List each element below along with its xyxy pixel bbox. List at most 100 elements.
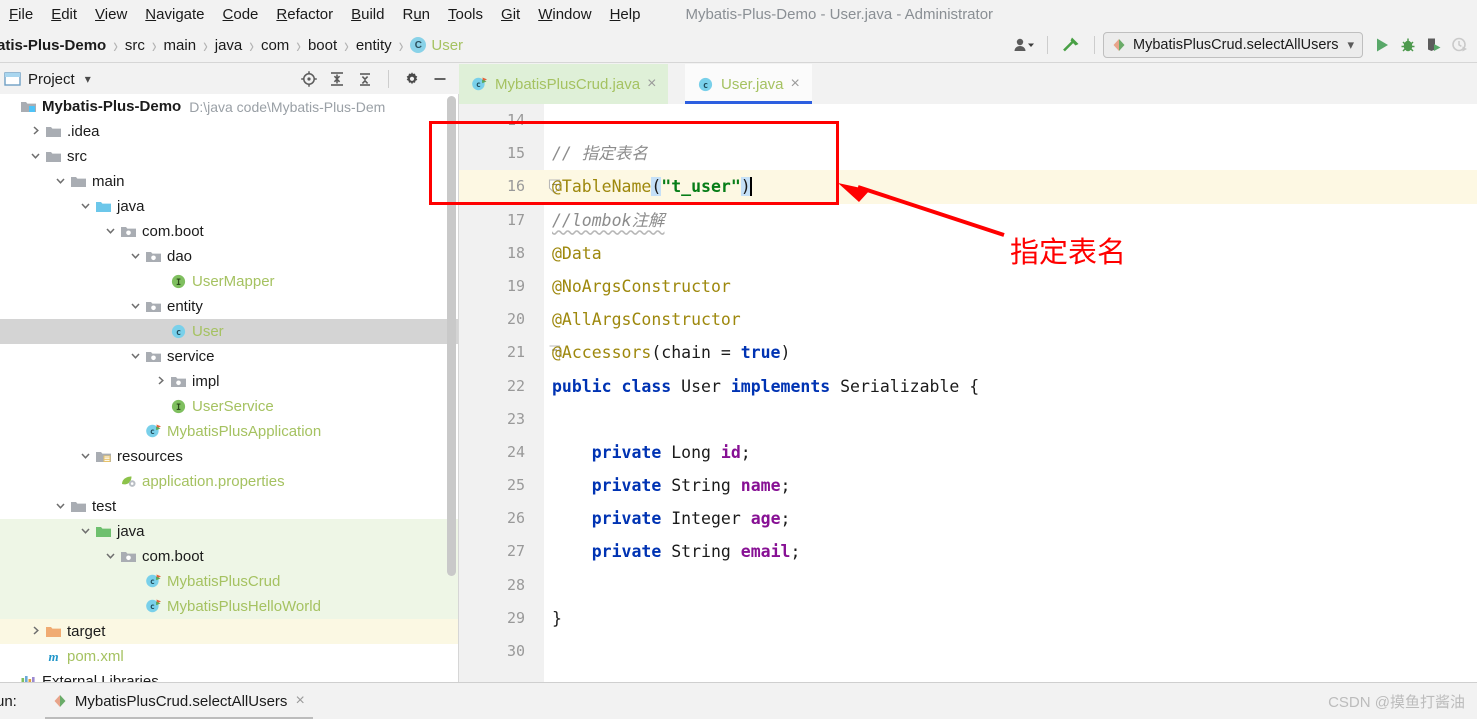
tree-node-com-boot[interactable]: com.boot: [0, 544, 458, 569]
chevron-down-icon[interactable]: [79, 200, 92, 213]
code-line[interactable]: 18 @Data: [459, 237, 1477, 270]
tree-node-external-libraries[interactable]: External Libraries: [0, 669, 458, 682]
expand-all-icon[interactable]: [324, 66, 350, 92]
menu-tools[interactable]: Tools: [439, 6, 492, 23]
debug-bug-icon[interactable]: [1395, 32, 1421, 58]
chevron-down-icon[interactable]: [54, 175, 67, 188]
chevron-down-icon[interactable]: ▾: [1347, 37, 1354, 53]
tree-node-main[interactable]: main: [0, 169, 458, 194]
code-line[interactable]: 29}: [459, 602, 1477, 635]
code-line[interactable]: 27 private String email;: [459, 535, 1477, 568]
close-icon[interactable]: ×: [295, 692, 304, 710]
code-line[interactable]: 22 public class User implements Serializa…: [459, 370, 1477, 403]
code-editor[interactable]: 14 15 // 指定表名 16 @TableName("t_user") 17 //lom…: [459, 104, 1477, 682]
code-line[interactable]: 19 @NoArgsConstructor: [459, 270, 1477, 303]
tree-node-src[interactable]: src: [0, 144, 458, 169]
user-avatar-icon[interactable]: [1009, 32, 1039, 58]
run-with-coverage-icon[interactable]: [1421, 32, 1447, 58]
breadcrumb-item-com[interactable]: com: [261, 37, 289, 54]
chevron-right-icon[interactable]: [29, 125, 42, 138]
code-line[interactable]: 15 // 指定表名: [459, 137, 1477, 170]
project-tree[interactable]: Mybatis-Plus-Demo D:\java code\Mybatis-Pl…: [0, 94, 459, 682]
chevron-down-icon[interactable]: [129, 350, 142, 363]
tree-node-mybatispluscrud[interactable]: c MybatisPlusCrud: [0, 569, 458, 594]
project-panel-chevron-icon[interactable]: ▾: [85, 72, 91, 86]
code-text: //lombok注解: [552, 210, 665, 230]
collapse-all-icon[interactable]: [352, 66, 378, 92]
close-icon[interactable]: ×: [647, 75, 656, 93]
breadcrumb-item-src[interactable]: src: [125, 37, 145, 54]
code-line[interactable]: 23: [459, 403, 1477, 436]
tree-node-pom-xml[interactable]: m pom.xml: [0, 644, 458, 669]
chevron-right-icon[interactable]: [154, 375, 167, 388]
tree-node-java[interactable]: java: [0, 519, 458, 544]
breadcrumb-item-user[interactable]: C User: [410, 37, 463, 54]
chevron-right-icon[interactable]: [29, 625, 42, 638]
chevron-down-icon[interactable]: [129, 300, 142, 313]
tree-node-resources[interactable]: resources: [0, 444, 458, 469]
menu-help[interactable]: Help: [601, 6, 650, 23]
tree-node-impl[interactable]: impl: [0, 369, 458, 394]
chevron-down-icon[interactable]: [104, 550, 117, 563]
close-icon[interactable]: ×: [791, 75, 800, 93]
chevron-down-icon[interactable]: [129, 250, 142, 263]
menu-bar: File Edit View Navigate Code Refactor Build Run…: [0, 0, 1477, 28]
tree-node-com-boot[interactable]: com.boot: [0, 219, 458, 244]
chevron-down-icon[interactable]: [79, 525, 92, 538]
tree-node-java[interactable]: java: [0, 194, 458, 219]
tree-node-userservice[interactable]: I UserService: [0, 394, 458, 419]
code-line[interactable]: 17 //lombok注解: [459, 204, 1477, 237]
run-session-tab[interactable]: MybatisPlusCrud.selectAllUsers ×: [44, 683, 313, 719]
settings-gear-icon[interactable]: [399, 66, 425, 92]
tree-node-test[interactable]: test: [0, 494, 458, 519]
breadcrumb-item-entity[interactable]: entity: [356, 37, 392, 54]
locate-target-icon[interactable]: [296, 66, 322, 92]
tree-node-mybatis-plus-demo[interactable]: Mybatis-Plus-Demo D:\java code\Mybatis-Pl…: [0, 94, 458, 119]
tree-node-mybatisplushelloworld[interactable]: c MybatisPlusHelloWorld: [0, 594, 458, 619]
project-tree-scrollbar[interactable]: [447, 96, 456, 576]
code-line[interactable]: 26 private Integer age;: [459, 502, 1477, 535]
run-play-icon[interactable]: [1369, 32, 1395, 58]
chevron-down-icon[interactable]: [79, 450, 92, 463]
menu-view[interactable]: View: [86, 6, 136, 23]
menu-refactor[interactable]: Refactor: [267, 6, 342, 23]
code-line[interactable]: 30: [459, 635, 1477, 668]
breadcrumb-item-atis-plus-demo[interactable]: atis-Plus-Demo: [0, 37, 106, 54]
code-line[interactable]: 21 @Accessors(chain = true): [459, 336, 1477, 369]
tree-node-entity[interactable]: entity: [0, 294, 458, 319]
code-line[interactable]: 24 private Long id;: [459, 436, 1477, 469]
editor-tab-user-java[interactable]: c User.java ×: [685, 64, 812, 104]
tree-node-application-properties[interactable]: application.properties: [0, 469, 458, 494]
chevron-down-icon[interactable]: [29, 150, 42, 163]
menu-build[interactable]: Build: [342, 6, 393, 23]
editor-tab-mybatispluscrud-java[interactable]: c MybatisPlusCrud.java ×: [459, 64, 669, 104]
chevron-down-icon[interactable]: [104, 225, 117, 238]
menu-code[interactable]: Code: [214, 6, 268, 23]
menu-git[interactable]: Git: [492, 6, 529, 23]
chevron-down-icon[interactable]: [54, 500, 67, 513]
tree-node--idea[interactable]: .idea: [0, 119, 458, 144]
tree-node-service[interactable]: service: [0, 344, 458, 369]
code-line[interactable]: 14: [459, 104, 1477, 137]
tree-node-dao[interactable]: dao: [0, 244, 458, 269]
breadcrumb-item-boot[interactable]: boot: [308, 37, 337, 54]
menu-edit[interactable]: Edit: [42, 6, 86, 23]
build-hammer-icon[interactable]: [1056, 32, 1086, 58]
breadcrumb-item-main[interactable]: main: [164, 37, 197, 54]
tree-node-user[interactable]: c User: [0, 319, 458, 344]
tree-node-mybatisplusapplication[interactable]: c MybatisPlusApplication: [0, 419, 458, 444]
code-line[interactable]: 20 @AllArgsConstructor: [459, 303, 1477, 336]
menu-run[interactable]: Run: [393, 6, 439, 23]
menu-navigate[interactable]: Navigate: [136, 6, 213, 23]
run-configuration-selector[interactable]: MybatisPlusCrud.selectAllUsers ▾: [1102, 32, 1363, 58]
menu-file[interactable]: File: [0, 6, 42, 23]
tree-node-usermapper[interactable]: I UserMapper: [0, 269, 458, 294]
menu-window[interactable]: Window: [529, 6, 600, 23]
code-line[interactable]: 28: [459, 569, 1477, 602]
navigation-bar: atis-Plus-Demo › src › main › java › com › boot › en…: [0, 28, 1477, 63]
code-line[interactable]: 25 private String name;: [459, 469, 1477, 502]
tree-node-target[interactable]: target: [0, 619, 458, 644]
breadcrumb-item-java[interactable]: java: [215, 37, 243, 54]
code-line[interactable]: 16 @TableName("t_user"): [459, 170, 1477, 204]
hide-minimize-icon[interactable]: [427, 66, 453, 92]
